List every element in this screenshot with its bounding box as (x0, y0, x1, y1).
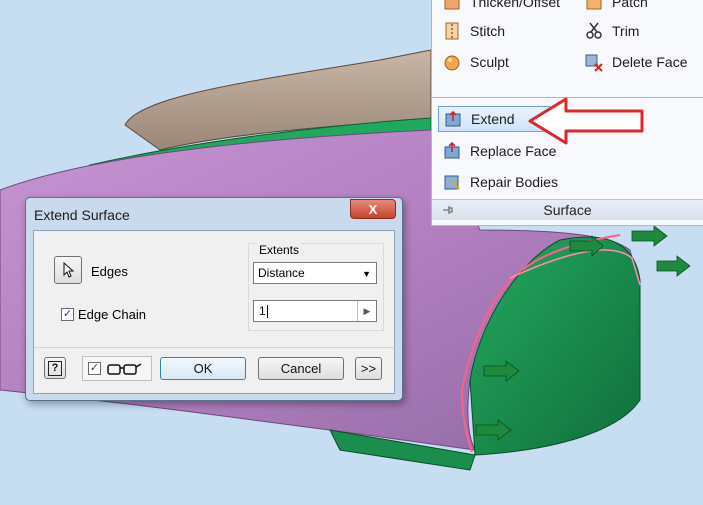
dialog-title: Extend Surface (34, 207, 130, 223)
delete-face-label: Delete Face (612, 54, 688, 70)
cancel-label: Cancel (280, 361, 322, 376)
delete-face-icon (584, 52, 604, 72)
distance-flyout-arrow-icon[interactable]: ▶ (357, 301, 376, 321)
cancel-button[interactable]: Cancel (258, 357, 344, 380)
edges-select-button[interactable] (54, 256, 82, 284)
edge-chain-option[interactable]: ✓ Edge Chain (61, 307, 146, 322)
distance-input[interactable]: 1 ▶ (253, 300, 377, 322)
trim-icon (584, 21, 604, 41)
dialog-divider (34, 347, 394, 348)
extents-label: Extents (257, 243, 302, 257)
more-options-label: >> (360, 361, 377, 376)
edge-chain-label: Edge Chain (78, 307, 146, 322)
ok-label: OK (193, 361, 213, 376)
edges-label: Edges (91, 264, 128, 279)
text-caret (266, 304, 268, 318)
help-button[interactable]: ? (44, 357, 66, 379)
preview-checkbox[interactable]: ✓ (88, 362, 101, 375)
surface-panel-title-bar[interactable]: Surface (432, 199, 703, 220)
stitch-command[interactable]: Stitch (442, 19, 505, 43)
replace-face-icon (442, 141, 462, 161)
delete-face-command[interactable]: Delete Face (584, 50, 687, 74)
edge-chain-checkbox[interactable]: ✓ (61, 308, 74, 321)
thicken-offset-icon (442, 0, 462, 12)
preview-toggle[interactable]: ✓ (82, 356, 152, 381)
extents-dropdown-value: Distance (258, 266, 305, 280)
extend-surface-dialog: Extend Surface X Edges ✓ Edge Chain Exte… (25, 197, 403, 401)
dialog-body: Edges ✓ Edge Chain Extents Distance ▼ 1 … (33, 230, 395, 394)
sculpt-command[interactable]: Sculpt (442, 50, 509, 74)
ok-button[interactable]: OK (160, 357, 246, 380)
repair-bodies-icon (442, 172, 462, 192)
thicken-offset-command[interactable]: Thicken/Offset (442, 0, 560, 14)
extents-dropdown[interactable]: Distance ▼ (253, 262, 377, 284)
stitch-icon (442, 21, 462, 41)
close-icon: X (368, 201, 378, 217)
trim-label: Trim (612, 23, 640, 39)
extend-label: Extend (471, 111, 515, 127)
sculpt-icon (442, 52, 462, 72)
pin-icon[interactable] (440, 203, 454, 217)
repair-bodies-command[interactable]: Repair Bodies (442, 170, 558, 194)
callout-arrow-icon (528, 97, 644, 145)
extents-group: Extents Distance ▼ 1 ▶ (248, 243, 384, 331)
patch-label: Patch (612, 0, 648, 10)
trim-command[interactable]: Trim (584, 19, 639, 43)
more-options-button[interactable]: >> (355, 357, 382, 380)
dropdown-arrow-icon: ▼ (362, 269, 371, 279)
distance-value: 1 (259, 304, 266, 318)
patch-command[interactable]: Patch (584, 0, 648, 14)
sculpt-label: Sculpt (470, 54, 509, 70)
thicken-offset-label: Thicken/Offset (470, 0, 561, 10)
cursor-arrow-icon (63, 262, 75, 278)
stitch-label: Stitch (470, 23, 506, 39)
glasses-icon (107, 362, 142, 375)
extend-icon (443, 109, 463, 129)
help-icon: ? (48, 360, 62, 376)
patch-icon (584, 0, 604, 12)
close-button[interactable]: X (350, 199, 396, 219)
repair-bodies-label: Repair Bodies (470, 174, 558, 190)
surface-panel-title: Surface (543, 202, 592, 218)
